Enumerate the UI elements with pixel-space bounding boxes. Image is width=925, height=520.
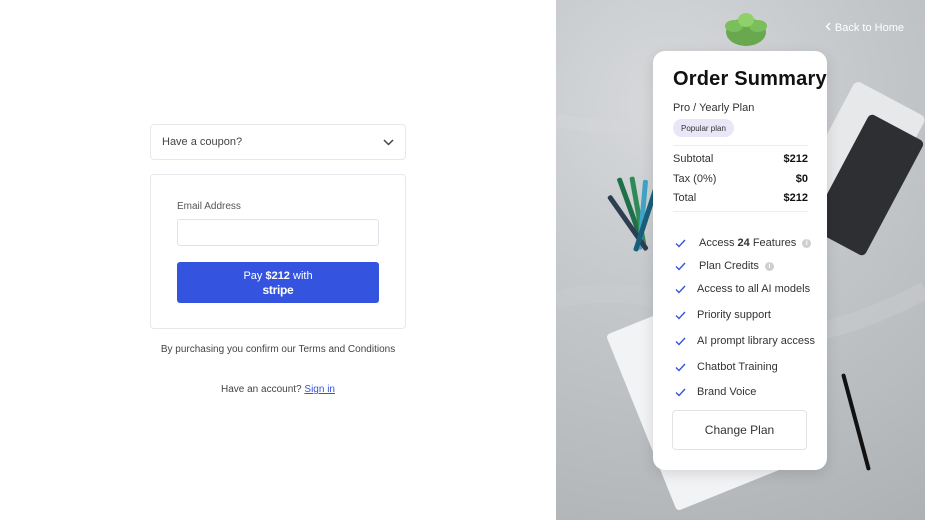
total-row: Total $212	[673, 192, 808, 204]
feature-item: Priority support	[673, 308, 771, 322]
tax-value: $0	[795, 173, 808, 185]
chevron-left-icon	[825, 22, 831, 34]
feature-label: Plan Credits	[699, 260, 759, 272]
back-to-home-label: Back to Home	[834, 22, 904, 34]
feature-item: Access 24 Features i	[673, 236, 812, 250]
info-icon[interactable]: i	[764, 261, 774, 271]
stripe-logo: stripe	[262, 282, 294, 297]
check-icon	[673, 282, 687, 296]
sign-in-link[interactable]: Sign in	[304, 384, 335, 395]
feature-label: AI prompt library access	[697, 335, 815, 347]
check-icon	[673, 334, 687, 348]
feature-item: AI prompt library access	[673, 334, 815, 348]
tax-label: Tax (0%)	[673, 173, 717, 185]
change-plan-button[interactable]: Change Plan	[672, 410, 807, 450]
subtotal-value: $212	[783, 153, 808, 165]
coupon-toggle[interactable]: Have a coupon?	[150, 124, 406, 160]
feature-text-pre: Access	[699, 237, 738, 249]
email-label: Email Address	[177, 201, 241, 212]
check-icon	[673, 236, 687, 250]
feature-item: Chatbot Training	[673, 360, 778, 374]
account-row: Have an account? Sign in	[150, 384, 406, 395]
feature-label: Brand Voice	[697, 386, 757, 398]
check-icon	[673, 308, 687, 322]
total-label: Total	[673, 192, 697, 204]
feature-label: Access to all AI models	[697, 283, 811, 295]
total-value: $212	[783, 192, 808, 204]
tax-row: Tax (0%) $0	[673, 173, 808, 185]
pay-with-stripe-button[interactable]: Pay $212 with stripe	[177, 262, 379, 303]
divider	[673, 211, 808, 212]
coupon-label: Have a coupon?	[162, 136, 243, 148]
feature-item: Access to all AI models	[673, 282, 810, 296]
pay-button-text: Pay $212 with	[243, 269, 312, 283]
subtotal-row: Subtotal $212	[673, 153, 808, 165]
pay-suffix: with	[289, 269, 313, 282]
chevron-down-icon	[382, 136, 394, 148]
check-icon	[673, 385, 687, 399]
plan-name: Pro / Yearly Plan	[673, 102, 755, 114]
info-icon[interactable]: i	[802, 238, 812, 248]
check-icon	[673, 259, 687, 273]
subtotal-label: Subtotal	[673, 153, 714, 165]
back-to-home-link[interactable]: Back to Home	[825, 22, 904, 34]
feature-item: Plan Credits i	[673, 259, 774, 273]
feature-text-post: Features	[749, 237, 797, 249]
order-summary-title: Order Summary	[673, 68, 827, 90]
check-icon	[673, 360, 687, 374]
order-summary-card: Order Summary Pro / Yearly Plan Popular …	[653, 51, 827, 470]
feature-label: Priority support	[697, 309, 771, 321]
divider	[673, 145, 808, 146]
feature-label: Access 24 Features	[699, 237, 796, 249]
feature-label: Chatbot Training	[697, 361, 778, 373]
payment-card: Email Address Pay $212 with stripe	[150, 174, 406, 329]
feature-count: 24	[737, 237, 750, 249]
popular-plan-badge: Popular plan	[673, 119, 734, 137]
email-field[interactable]	[177, 219, 379, 246]
terms-text: By purchasing you confirm our Terms and …	[160, 344, 396, 355]
pay-prefix: Pay	[243, 269, 266, 282]
account-prompt: Have an account?	[221, 384, 302, 395]
pay-amount: $212	[265, 269, 290, 282]
feature-item: Brand Voice	[673, 385, 756, 399]
